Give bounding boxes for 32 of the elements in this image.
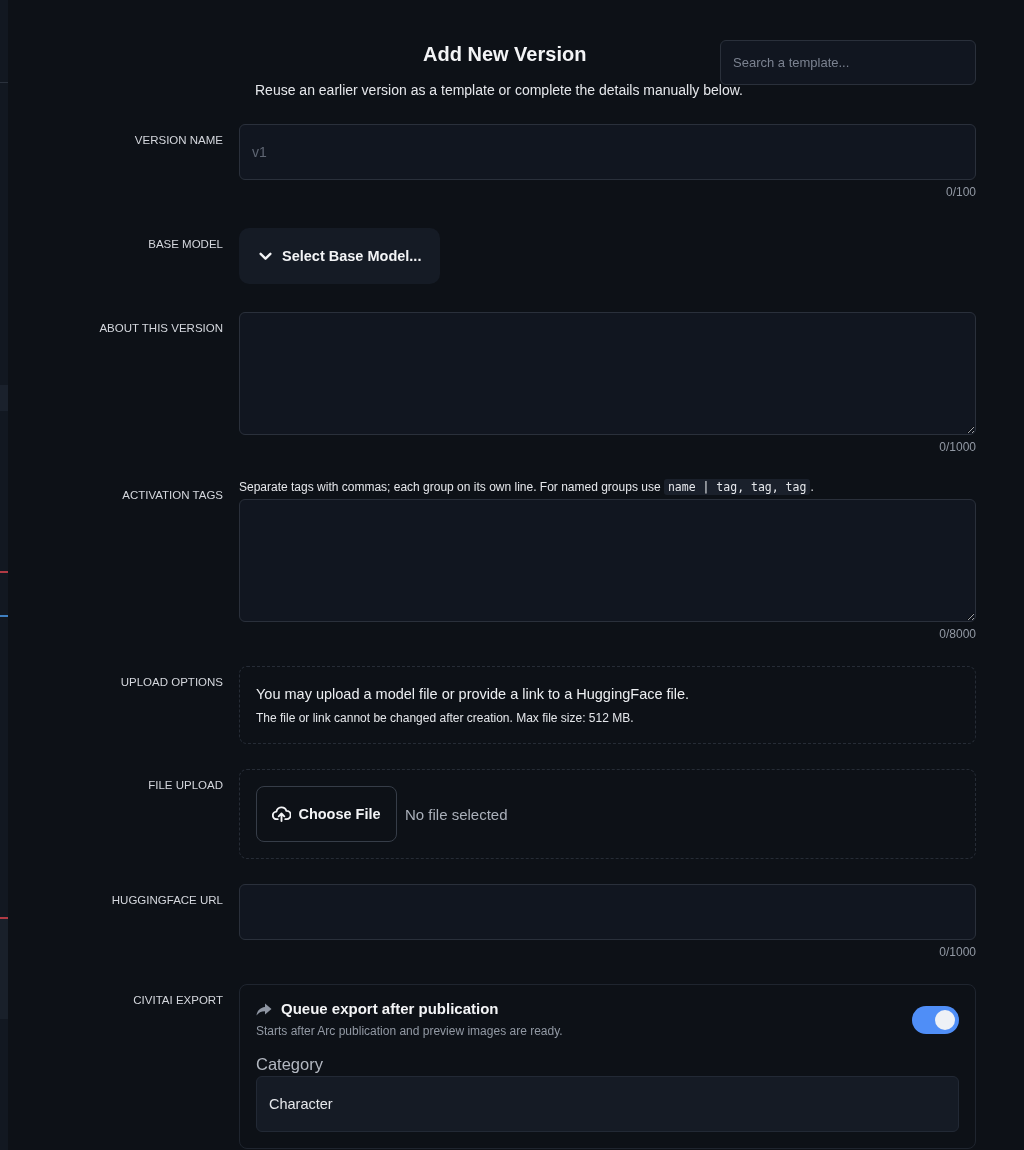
chevron-down-icon bbox=[259, 251, 272, 261]
field-label: UPLOAD OPTIONS bbox=[120, 675, 223, 689]
share-arrow-icon bbox=[256, 1002, 272, 1016]
character-counter: 0/100 bbox=[945, 185, 976, 199]
choose-file-button[interactable]: Choose File bbox=[256, 786, 397, 842]
field-label: BASE MODEL bbox=[148, 237, 223, 251]
character-counter: 0/1000 bbox=[939, 945, 976, 959]
textarea-field[interactable] bbox=[239, 499, 976, 622]
input-field[interactable]: v1 bbox=[239, 124, 976, 180]
character-counter: 0/8000 bbox=[939, 627, 976, 641]
character-counter: 0/1000 bbox=[939, 440, 976, 454]
template-search-field[interactable]: Search a template... bbox=[720, 40, 976, 85]
cloud-upload-icon bbox=[272, 806, 292, 822]
notice-note: The file or link cannot be changed after creation. Max file size: 512 MB. bbox=[256, 710, 635, 726]
field-label: ACTIVATION TAGS bbox=[122, 488, 223, 502]
field-label: ABOUT THIS VERSION bbox=[99, 321, 223, 335]
field-label: CIVITAI EXPORT bbox=[133, 993, 223, 1007]
input-field[interactable] bbox=[239, 884, 976, 940]
file-status-text: No file selected bbox=[405, 805, 508, 823]
field-label: FILE UPLOAD bbox=[148, 778, 223, 792]
hint-text: Separate tags with commas; each group on its own line. For named groups use name | tag, tag, tag . bbox=[239, 479, 815, 495]
dialog-title: Add New Version bbox=[422, 42, 588, 67]
toggle-switch[interactable] bbox=[912, 1006, 959, 1034]
export-title: Queue export after publication bbox=[281, 1001, 499, 1017]
category-select[interactable]: Character bbox=[256, 1076, 959, 1132]
field-label: VERSION NAME bbox=[134, 133, 223, 147]
notice-text: You may upload a model file or provide a link to a HuggingFace file. bbox=[256, 685, 691, 704]
field-label: HUGGINGFACE URL bbox=[111, 893, 223, 907]
base-model-dropdown[interactable]: Select Base Model... bbox=[239, 228, 440, 284]
export-description: Starts after Arc publication and preview images are ready. bbox=[256, 1023, 563, 1039]
textarea-field[interactable] bbox=[239, 312, 976, 435]
category-label: Category bbox=[256, 1054, 324, 1074]
